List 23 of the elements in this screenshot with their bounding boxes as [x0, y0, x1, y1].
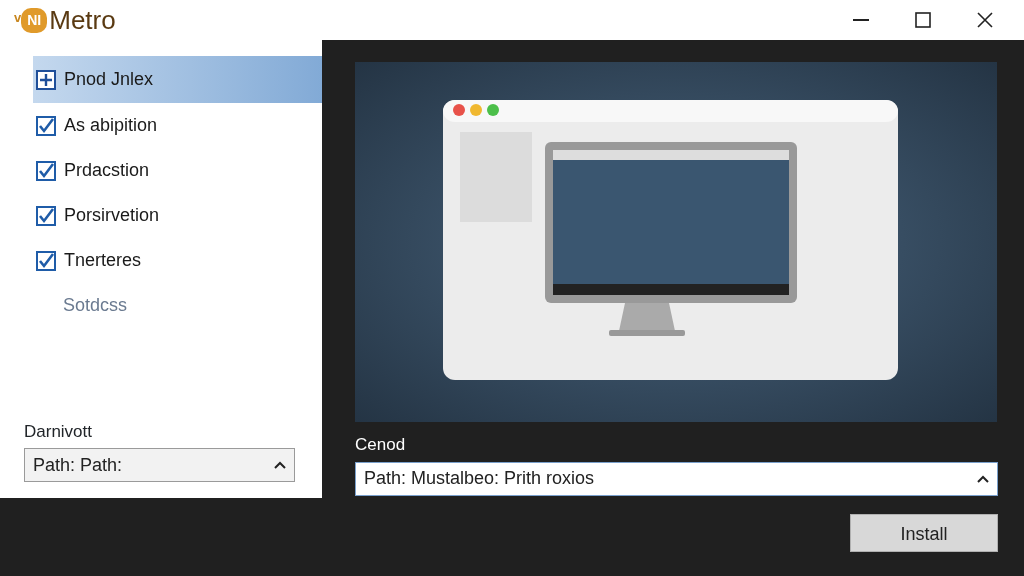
- checkbox[interactable]: [36, 160, 56, 181]
- checkbox[interactable]: [36, 205, 56, 226]
- checkbox[interactable]: [36, 250, 56, 271]
- minimize-icon: [853, 19, 869, 21]
- sidebar-item[interactable]: Porsirvetion: [33, 193, 322, 238]
- close-icon: [977, 12, 993, 28]
- sidebar-item[interactable]: Pnod Jnlex: [33, 56, 322, 103]
- checkbox[interactable]: [36, 115, 56, 136]
- maximize-icon: [915, 12, 931, 28]
- sidebar-item[interactable]: Prdacstion: [33, 148, 322, 193]
- sidebar-item[interactable]: Tnerteres: [33, 238, 322, 283]
- logo-mark: v: [14, 9, 22, 27]
- expand-icon: [36, 69, 56, 90]
- field-label: Cenod: [355, 434, 407, 456]
- path-dropdown[interactable]: Path: Mustalbeo: Prith roxios: [355, 461, 998, 496]
- caret-icon: [274, 461, 286, 469]
- app-title: Metro: [49, 3, 116, 37]
- install-button[interactable]: Install: [850, 514, 998, 552]
- field-label: Darnivott: [24, 420, 94, 443]
- sidebar-item[interactable]: As abipition: [33, 103, 322, 148]
- caret-icon: [977, 474, 989, 483]
- path-dropdown[interactable]: Path: Path:: [24, 448, 295, 482]
- logo-badge: NI: [21, 7, 48, 33]
